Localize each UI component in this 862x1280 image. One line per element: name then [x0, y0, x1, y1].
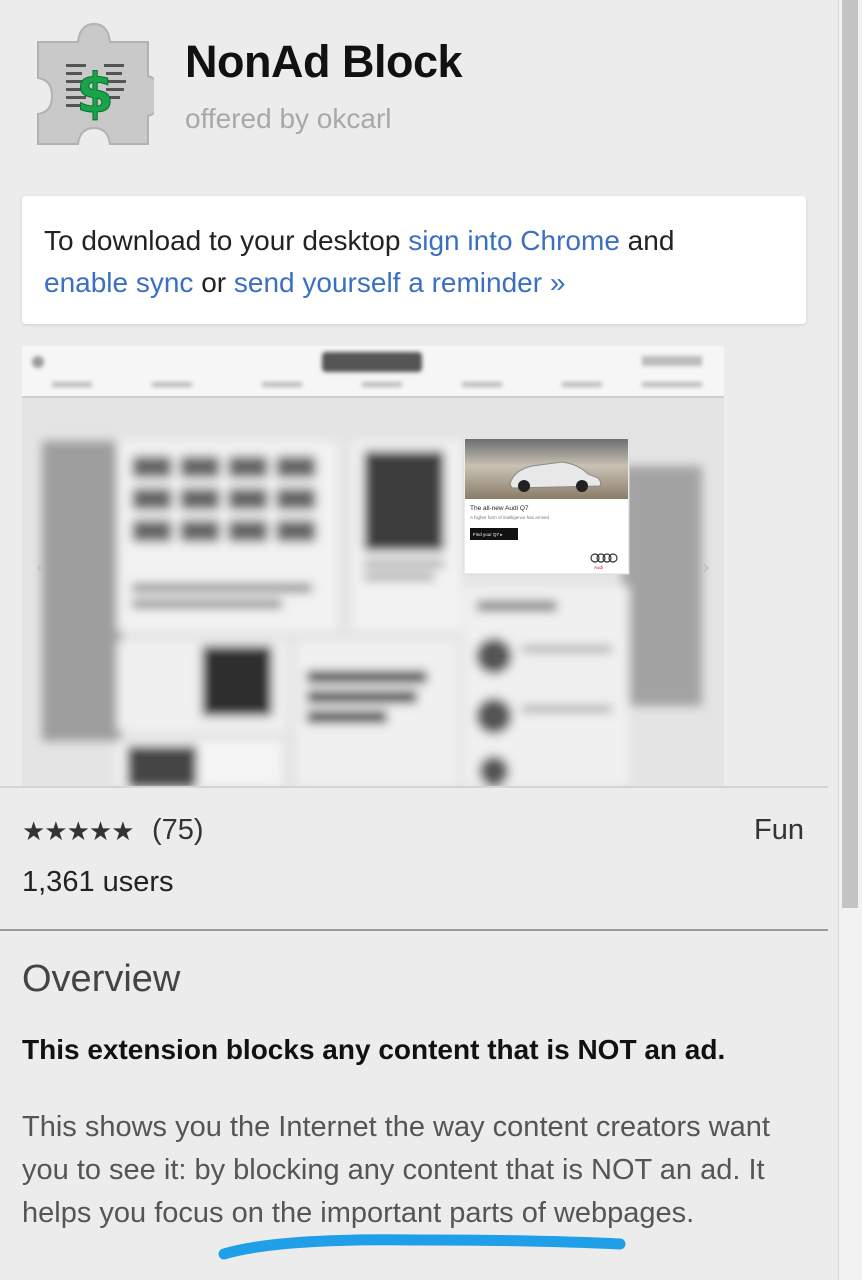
notice-text: and — [619, 225, 675, 256]
offered-by-link[interactable]: offered by okcarl — [185, 103, 392, 135]
highlight-underline — [218, 1234, 626, 1260]
ad-headline: The all-new Audi Q7 — [470, 505, 529, 512]
divider — [0, 929, 828, 931]
extension-puzzle-icon: $ — [37, 22, 154, 145]
user-count: 1,361 users — [22, 866, 174, 898]
carousel-prev-icon[interactable]: ‹ — [36, 555, 44, 579]
screenshot-image: The all-new Audi Q7 A higher form of int… — [22, 346, 724, 786]
star-rating-icon: ★★★★★ — [22, 816, 135, 846]
enable-sync-link[interactable]: enable sync — [44, 267, 193, 298]
send-reminder-link[interactable]: send yourself a reminder » — [234, 267, 566, 298]
category-link[interactable]: Fun — [754, 814, 804, 847]
ad-cta: Find your Q7 ▸ — [473, 532, 503, 537]
notice-text: or — [193, 267, 234, 298]
ad-brand: Audi — [594, 565, 603, 570]
svg-text:$: $ — [76, 62, 114, 125]
download-notice: To download to your desktop sign into Ch… — [22, 196, 806, 324]
scrollbar-thumb[interactable] — [842, 0, 858, 908]
rating-stars: ★★★★★ — [22, 816, 135, 847]
screenshot-carousel[interactable]: The all-new Audi Q7 A higher form of int… — [22, 346, 724, 786]
overview-description: This shows you the Internet the way cont… — [22, 1111, 770, 1229]
carousel-next-icon[interactable]: › — [702, 555, 710, 579]
overview-heading: Overview — [22, 958, 181, 1000]
extension-title: NonAd Block — [185, 36, 463, 87]
overview-summary: This extension blocks any content that i… — [22, 1034, 726, 1065]
sample-ad: The all-new Audi Q7 A higher form of int… — [463, 437, 630, 575]
notice-text: To download to your desktop — [44, 225, 409, 256]
divider — [0, 786, 828, 788]
rating-count[interactable]: (75) — [152, 814, 204, 847]
ad-subline: A higher form of intelligence has arrive… — [470, 515, 550, 520]
sign-into-chrome-link[interactable]: sign into Chrome — [408, 225, 620, 256]
